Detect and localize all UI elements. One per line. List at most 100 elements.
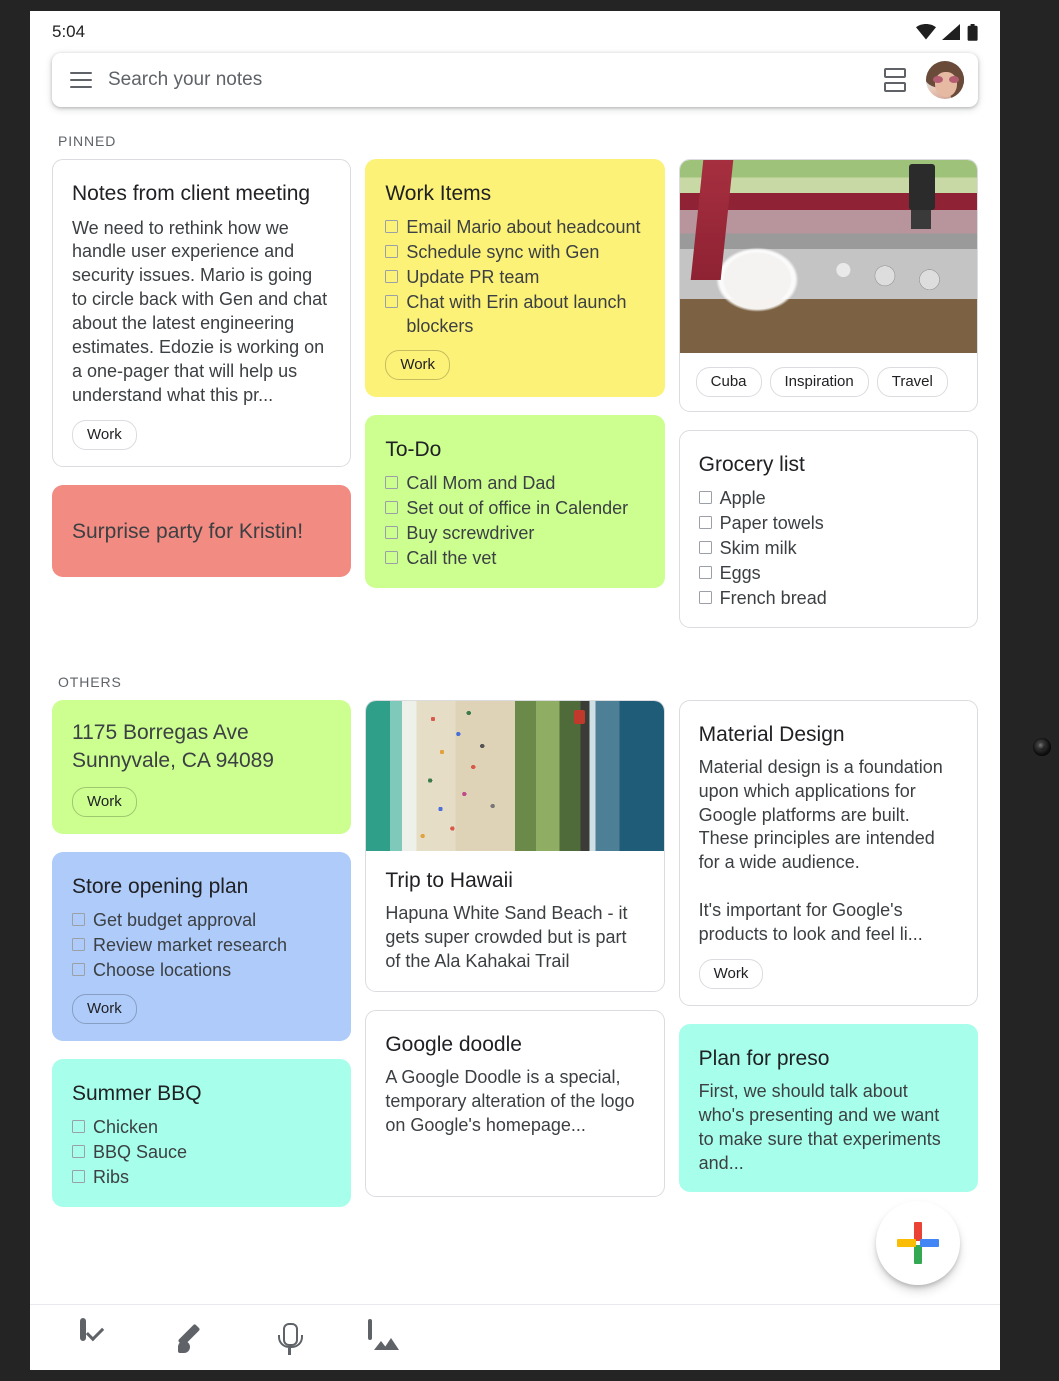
phone-screen: 5:04 Search your notes PINNED Notes from… bbox=[30, 11, 1000, 1370]
checkbox-icon[interactable] bbox=[72, 912, 85, 926]
status-bar-time: 5:04 bbox=[52, 22, 86, 41]
others-column-1: 1175 Borregas Ave Sunnyvale, CA 94089 Wo… bbox=[52, 700, 352, 1208]
checkbox-icon[interactable] bbox=[385, 244, 399, 258]
aerial-beach-photos bbox=[366, 701, 664, 852]
checkbox-icon[interactable] bbox=[72, 963, 85, 977]
checklist-item[interactable]: Email Mario about headcount bbox=[385, 215, 644, 239]
note-title: Trip to Hawaii bbox=[385, 869, 513, 893]
checklist-item-label: Apple bbox=[719, 487, 766, 508]
device-frame: 5:04 Search your notes PINNED Notes from… bbox=[0, 0, 1059, 1381]
checklist-item-label: Buy screwdriver bbox=[406, 522, 535, 543]
note-label-chip[interactable]: Work bbox=[698, 959, 764, 990]
checklist-item[interactable]: Update PR team bbox=[385, 265, 644, 289]
checklist-item[interactable]: Apple bbox=[698, 486, 958, 510]
note-trip-to-hawaii[interactable]: Trip to Hawaii Hapuna White Sand Beach -… bbox=[365, 700, 665, 993]
checklist-item[interactable]: Review market research bbox=[72, 933, 331, 957]
note-material-design[interactable]: Material Design Material design is a fou… bbox=[678, 700, 978, 1007]
checklist-item-label: Chicken bbox=[93, 1116, 159, 1137]
checklist-item-label: BBQ Sauce bbox=[93, 1141, 188, 1162]
checklist-item[interactable]: Eggs bbox=[698, 561, 958, 585]
note-grocery-list[interactable]: Grocery list Apple Paper towels Skim mil… bbox=[678, 430, 978, 629]
note-address[interactable]: 1175 Borregas Ave Sunnyvale, CA 94089 Wo… bbox=[52, 700, 352, 835]
note-label-chip[interactable]: Work bbox=[72, 420, 137, 451]
note-text: 1175 Borregas Ave Sunnyvale, CA 94089 bbox=[72, 721, 274, 773]
note-checklist: Apple Paper towels Skim milk Eggs French… bbox=[698, 486, 958, 611]
note-surprise-party[interactable]: Surprise party for Kristin! bbox=[52, 485, 352, 578]
new-note-fab[interactable] bbox=[876, 1201, 960, 1285]
checklist-item[interactable]: Ribs bbox=[72, 1165, 331, 1189]
new-list-checkbox-icon[interactable] bbox=[80, 1317, 114, 1355]
checklist-item[interactable]: Paper towels bbox=[698, 511, 958, 535]
hamburger-menu-icon[interactable] bbox=[70, 72, 92, 88]
checkbox-icon[interactable] bbox=[385, 219, 399, 233]
checkbox-icon[interactable] bbox=[385, 500, 399, 514]
checkbox-icon[interactable] bbox=[385, 269, 399, 283]
checklist-item-label: Email Mario about headcount bbox=[406, 216, 641, 237]
checklist-item[interactable]: Call Mom and Dad bbox=[385, 471, 644, 495]
search-bar-container: Search your notes bbox=[30, 53, 1000, 107]
checkbox-icon[interactable] bbox=[72, 1119, 85, 1133]
note-google-doodle[interactable]: Google doodle A Google Doodle is a speci… bbox=[365, 1010, 665, 1197]
checkbox-icon[interactable] bbox=[385, 294, 399, 308]
beach-photo-left bbox=[366, 701, 515, 852]
checkbox-icon[interactable] bbox=[385, 550, 399, 564]
checklist-item-label: Skim milk bbox=[719, 537, 797, 558]
checkbox-icon[interactable] bbox=[385, 525, 399, 539]
checklist-item[interactable]: French bread bbox=[698, 586, 958, 610]
note-title: Plan for preso bbox=[698, 1047, 830, 1071]
note-work-items[interactable]: Work Items Email Mario about headcount S… bbox=[365, 159, 665, 398]
note-title: Work Items bbox=[385, 182, 492, 205]
checklist-item[interactable]: Chicken bbox=[72, 1115, 331, 1139]
signal-icon bbox=[942, 24, 960, 40]
checkbox-icon[interactable] bbox=[698, 540, 712, 554]
notes-scroll-area[interactable]: PINNED Notes from client meeting We need… bbox=[30, 107, 1000, 1304]
note-label-chip[interactable]: Work bbox=[72, 994, 137, 1025]
note-label-chip[interactable]: Cuba bbox=[695, 367, 762, 397]
note-client-meeting[interactable]: Notes from client meeting We need to ret… bbox=[52, 159, 352, 468]
others-column-3: Material Design Material design is a fou… bbox=[678, 700, 978, 1193]
note-car-photo[interactable]: Cuba Inspiration Travel bbox=[678, 159, 978, 412]
search-input[interactable]: Search your notes bbox=[108, 69, 864, 91]
note-checklist: Call Mom and Dad Set out of office in Ca… bbox=[385, 471, 644, 570]
checklist-item[interactable]: BBQ Sauce bbox=[72, 1140, 331, 1164]
note-summer-bbq[interactable]: Summer BBQ Chicken BBQ Sauce Ribs bbox=[52, 1059, 352, 1208]
checklist-item[interactable]: Call the vet bbox=[385, 546, 644, 570]
checkbox-icon[interactable] bbox=[698, 515, 712, 529]
checklist-item[interactable]: Skim milk bbox=[698, 536, 958, 560]
new-voice-memo-mic-icon[interactable] bbox=[272, 1321, 306, 1355]
note-body: Hapuna White Sand Beach - it gets super … bbox=[385, 902, 633, 971]
checklist-item[interactable]: Set out of office in Calender bbox=[385, 496, 644, 520]
note-labels: Work bbox=[72, 420, 331, 451]
checkbox-icon[interactable] bbox=[72, 938, 85, 951]
note-store-opening-plan[interactable]: Store opening plan Get budget approval R… bbox=[52, 852, 352, 1042]
checklist-item[interactable]: Get budget approval bbox=[72, 908, 331, 932]
note-plan-for-preso[interactable]: Plan for preso First, we should talk abo… bbox=[678, 1024, 978, 1193]
checklist-item[interactable]: Schedule sync with Gen bbox=[385, 240, 644, 264]
checkbox-icon[interactable] bbox=[72, 1144, 85, 1158]
list-view-toggle-icon[interactable] bbox=[880, 65, 910, 95]
google-plus-add-icon bbox=[897, 1222, 939, 1264]
new-drawing-brush-icon[interactable] bbox=[176, 1321, 210, 1355]
checkbox-icon[interactable] bbox=[698, 490, 712, 504]
checklist-item[interactable]: Chat with Erin about launch blockers bbox=[385, 290, 644, 338]
checklist-item[interactable]: Buy screwdriver bbox=[385, 521, 644, 545]
note-labels: Cuba Inspiration Travel bbox=[680, 353, 977, 411]
search-bar[interactable]: Search your notes bbox=[52, 53, 978, 107]
note-label-chip[interactable]: Travel bbox=[876, 367, 948, 397]
note-title: Grocery list bbox=[698, 453, 805, 476]
note-label-chip[interactable]: Work bbox=[385, 350, 451, 381]
checklist-item-label: Paper towels bbox=[719, 512, 824, 533]
note-labels: Work bbox=[385, 350, 644, 381]
checkbox-icon[interactable] bbox=[385, 475, 399, 489]
checklist-item-label: Ribs bbox=[93, 1166, 130, 1187]
new-image-note-icon[interactable] bbox=[368, 1318, 402, 1355]
note-title: Notes from client meeting bbox=[72, 182, 311, 205]
checkbox-icon[interactable] bbox=[698, 565, 712, 579]
checkbox-icon[interactable] bbox=[72, 1169, 85, 1183]
checklist-item[interactable]: Choose locations bbox=[72, 958, 331, 982]
note-label-chip[interactable]: Work bbox=[72, 787, 137, 818]
note-todo[interactable]: To-Do Call Mom and Dad Set out of office… bbox=[365, 415, 665, 589]
note-label-chip[interactable]: Inspiration bbox=[769, 367, 869, 397]
checkbox-icon[interactable] bbox=[698, 590, 712, 604]
account-avatar[interactable] bbox=[926, 61, 964, 99]
